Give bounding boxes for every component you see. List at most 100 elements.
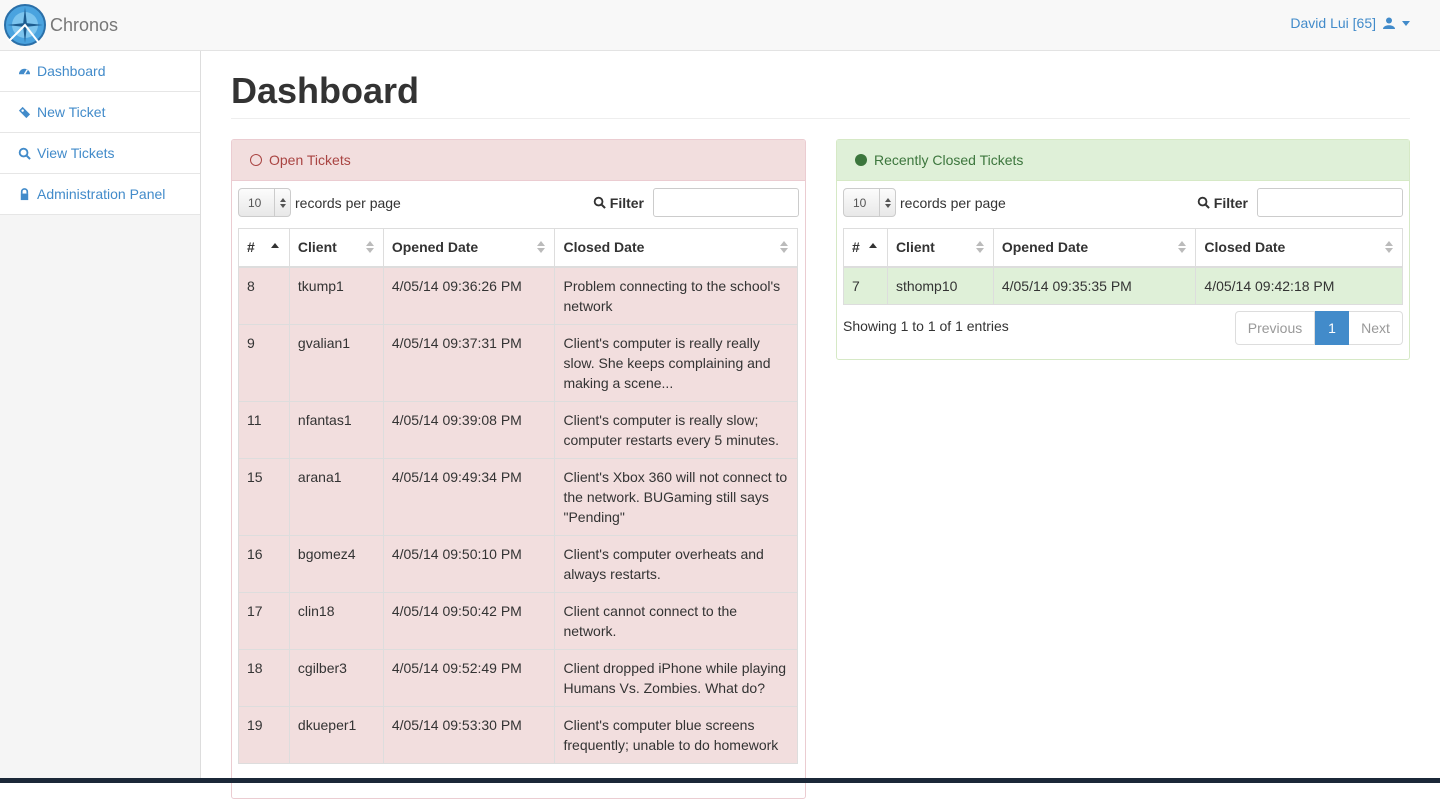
table-row[interactable]: 9 gvalian1 4/05/14 09:37:31 PM Client's … xyxy=(238,323,798,402)
sidebar-item-dashboard[interactable]: Dashboard xyxy=(0,51,200,92)
cell-closed-date: Client's computer blue screens frequentl… xyxy=(554,705,798,764)
cell-opened-date: 4/05/14 09:53:30 PM xyxy=(382,705,556,764)
cell-closed-date: Client's computer is really slow; comput… xyxy=(554,400,798,459)
cell-opened-date: 4/05/14 09:35:35 PM xyxy=(992,266,1197,305)
sort-icon xyxy=(975,241,984,253)
open-tickets-controls: 10 records per page Filter xyxy=(232,181,805,228)
cell-client: clin18 xyxy=(288,591,384,650)
cell-client: nfantas1 xyxy=(288,400,384,459)
column-header-closed-date[interactable]: Closed Date xyxy=(554,228,798,268)
table-row[interactable]: 19 dkueper1 4/05/14 09:53:30 PM Client's… xyxy=(238,705,798,764)
table-row[interactable]: 16 bgomez4 4/05/14 09:50:10 PM Client's … xyxy=(238,534,798,593)
records-per-page: 10 records per page xyxy=(843,188,1006,217)
cell-id: 19 xyxy=(238,705,290,764)
column-header-opened-date[interactable]: Opened Date xyxy=(382,228,556,268)
table-row[interactable]: 8 tkump1 4/05/14 09:36:26 PM Problem con… xyxy=(238,266,798,325)
sort-icon xyxy=(537,241,546,253)
filter: Filter xyxy=(1197,188,1403,217)
top-navbar: Chronos David Lui [65] xyxy=(0,0,1440,51)
table-row[interactable]: 11 nfantas1 4/05/14 09:39:08 PM Client's… xyxy=(238,400,798,459)
cell-opened-date: 4/05/14 09:36:26 PM xyxy=(382,266,556,325)
records-per-page-select[interactable]: 10 xyxy=(843,188,896,217)
cell-closed-date: Client's computer overheats and always r… xyxy=(554,534,798,593)
sort-icon xyxy=(1178,241,1187,253)
cell-client: arana1 xyxy=(288,457,384,536)
closed-tickets-table: # Client Opened Date Closed Date 7 sthom… xyxy=(843,228,1403,305)
cell-id: 8 xyxy=(238,266,290,325)
search-icon xyxy=(17,146,31,160)
ticket-icon xyxy=(17,105,31,119)
search-icon xyxy=(593,196,606,209)
cell-id: 15 xyxy=(238,457,290,536)
records-per-page-select[interactable]: 10 xyxy=(238,188,291,217)
cell-opened-date: 4/05/14 09:39:08 PM xyxy=(382,400,556,459)
sidebar: Dashboard New Ticket View Tickets Admini… xyxy=(0,51,201,783)
table-row[interactable]: 7 sthomp10 4/05/14 09:35:35 PM 4/05/14 0… xyxy=(843,266,1403,305)
filter-input[interactable] xyxy=(1257,188,1403,217)
sidebar-item-new-ticket[interactable]: New Ticket xyxy=(0,92,200,133)
column-header-closed-date[interactable]: Closed Date xyxy=(1195,228,1403,268)
cell-id: 9 xyxy=(238,323,290,402)
window-bottom-edge xyxy=(0,778,1440,783)
sidebar-nav: Dashboard New Ticket View Tickets Admini… xyxy=(0,51,200,215)
lock-icon xyxy=(17,187,31,201)
filter-input[interactable] xyxy=(653,188,799,217)
pagination: Previous 1 Next xyxy=(1235,311,1403,345)
sort-asc-icon xyxy=(270,243,279,248)
filter: Filter xyxy=(593,188,799,217)
closed-tickets-controls: 10 records per page Filter xyxy=(837,181,1409,228)
search-icon xyxy=(1197,196,1210,209)
sidebar-item-administration-panel[interactable]: Administration Panel xyxy=(0,174,200,215)
closed-tickets-panel: Recently Closed Tickets 10 records per p… xyxy=(836,139,1410,360)
cell-id: 11 xyxy=(238,400,290,459)
filter-label: Filter xyxy=(1197,195,1248,211)
cell-client: cgilber3 xyxy=(288,648,384,707)
column-header-id[interactable]: # xyxy=(238,228,290,268)
cell-closed-date: Client cannot connect to the network. xyxy=(554,591,798,650)
column-header-client[interactable]: Client xyxy=(886,228,994,268)
sort-icon xyxy=(1385,241,1393,253)
filter-label-text: Filter xyxy=(1213,194,1248,211)
main-content: Dashboard Open Tickets 10 records per pa… xyxy=(231,51,1410,799)
circle-filled-icon xyxy=(855,154,867,166)
table-info: Showing 1 to 1 of 1 entries xyxy=(843,318,1009,334)
sidebar-item-label: Dashboard xyxy=(37,63,106,79)
next-page-button[interactable]: Next xyxy=(1349,311,1403,345)
sort-icon xyxy=(365,241,374,253)
cell-client: dkueper1 xyxy=(288,705,384,764)
records-per-page-label: records per page xyxy=(295,194,401,211)
sidebar-item-view-tickets[interactable]: View Tickets xyxy=(0,133,200,174)
user-name: David Lui [65] xyxy=(1290,15,1376,31)
records-per-page: 10 records per page xyxy=(238,188,401,217)
closed-tickets-heading: Recently Closed Tickets xyxy=(837,140,1409,181)
chevron-down-icon xyxy=(1402,20,1410,26)
page-title: Dashboard xyxy=(231,70,420,111)
column-header-client[interactable]: Client xyxy=(288,228,384,268)
cell-closed-date: Client dropped iPhone while playing Huma… xyxy=(554,648,798,707)
brand-link[interactable]: Chronos xyxy=(3,3,118,47)
cell-opened-date: 4/05/14 09:37:31 PM xyxy=(382,323,556,402)
page-1-button[interactable]: 1 xyxy=(1315,311,1349,345)
filter-label-text: Filter xyxy=(609,194,644,211)
previous-page-button[interactable]: Previous xyxy=(1235,311,1315,345)
cell-closed-date: Client's Xbox 360 will not connect to th… xyxy=(554,457,798,536)
cell-id: 18 xyxy=(238,648,290,707)
column-header-id[interactable]: # xyxy=(843,228,888,268)
circle-outline-icon xyxy=(250,154,262,166)
cell-id: 16 xyxy=(238,534,290,593)
title-divider xyxy=(231,118,1410,119)
table-row[interactable]: 15 arana1 4/05/14 09:49:34 PM Client's X… xyxy=(238,457,798,536)
cell-closed-date: Problem connecting to the school's netwo… xyxy=(554,266,798,325)
open-tickets-panel: Open Tickets 10 records per page Filter xyxy=(231,139,806,799)
user-menu[interactable]: David Lui [65] xyxy=(1290,15,1410,31)
column-header-opened-date[interactable]: Opened Date xyxy=(992,228,1197,268)
cell-closed-date: 4/05/14 09:42:18 PM xyxy=(1195,266,1403,305)
sort-icon xyxy=(780,241,788,253)
cell-closed-date: Client's computer is really really slow.… xyxy=(554,323,798,402)
table-row[interactable]: 17 clin18 4/05/14 09:50:42 PM Client can… xyxy=(238,591,798,650)
cell-opened-date: 4/05/14 09:50:10 PM xyxy=(382,534,556,593)
cell-client: gvalian1 xyxy=(288,323,384,402)
table-row[interactable]: 18 cgilber3 4/05/14 09:52:49 PM Client d… xyxy=(238,648,798,707)
records-per-page-value: 10 xyxy=(853,195,867,210)
open-tickets-table: # Client Opened Date Closed Date 8 tkump… xyxy=(238,228,798,764)
